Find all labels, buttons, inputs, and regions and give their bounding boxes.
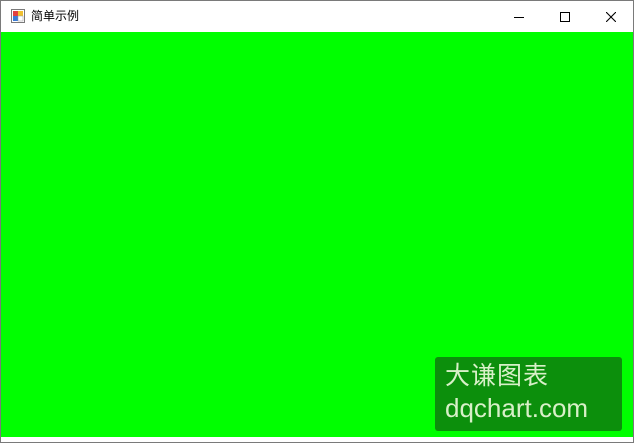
maximize-button[interactable] xyxy=(542,1,588,32)
close-icon xyxy=(606,11,616,22)
close-button[interactable] xyxy=(588,1,634,32)
title-bar[interactable]: 简单示例 xyxy=(1,1,633,32)
app-window: 简单示例 大谦图表 dqchart.com xyxy=(0,0,634,443)
window-title: 简单示例 xyxy=(31,9,80,23)
app-icon xyxy=(11,9,25,23)
watermark: 大谦图表 dqchart.com xyxy=(435,357,622,431)
watermark-url: dqchart.com xyxy=(445,393,589,423)
minimize-button[interactable] xyxy=(496,1,542,32)
minimize-icon xyxy=(514,16,524,18)
watermark-brand: 大谦图表 xyxy=(445,361,550,390)
window-bottom-border xyxy=(1,437,633,442)
maximize-icon xyxy=(560,11,570,22)
